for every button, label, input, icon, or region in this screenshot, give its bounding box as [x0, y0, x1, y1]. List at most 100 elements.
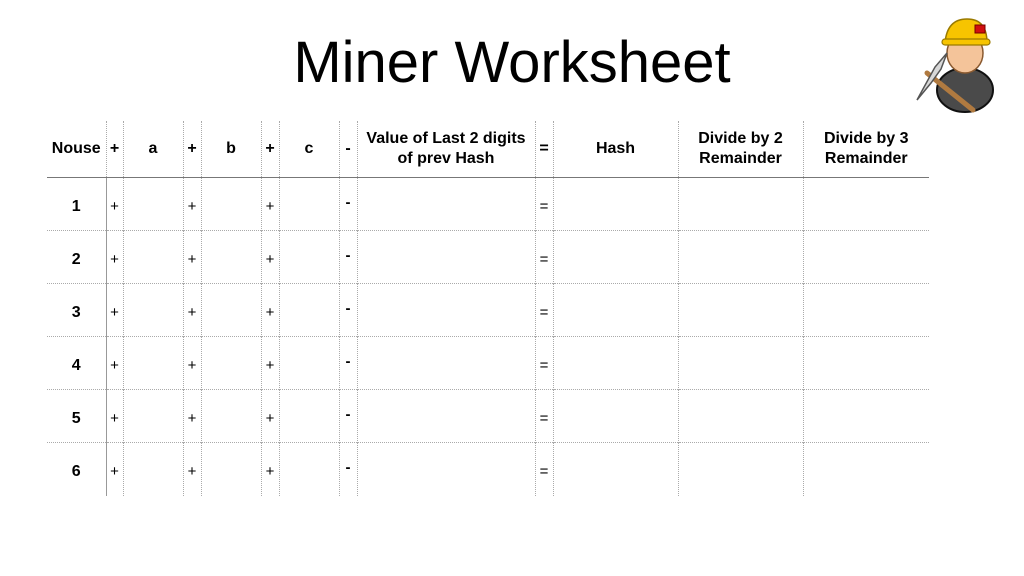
plus-sign: +	[182, 336, 201, 390]
prev-hash-value-input[interactable]	[356, 177, 535, 231]
table-row: 3 + + + - =	[47, 283, 929, 337]
table-row: 4 + + + - =	[47, 336, 929, 390]
header-value-prev-hash: Value of Last 2 digits of prev Hash	[356, 121, 535, 178]
c-input[interactable]	[278, 177, 339, 231]
divide-by-3-remainder-input[interactable]	[802, 389, 929, 443]
c-input[interactable]	[278, 336, 339, 390]
header-minus: -	[338, 121, 357, 178]
prev-hash-value-input[interactable]	[356, 389, 535, 443]
header-row: Nouse + a + b + c - Value of Last 2 digi…	[47, 121, 929, 178]
row-number: 5	[47, 389, 106, 443]
row-number: 2	[47, 230, 106, 284]
header-equals: =	[534, 121, 553, 178]
divide-by-3-remainder-input[interactable]	[802, 442, 929, 496]
divide-by-2-remainder-input[interactable]	[677, 389, 803, 443]
a-input[interactable]	[122, 230, 183, 284]
header-nouse: Nouse	[47, 121, 106, 178]
plus-sign: +	[182, 230, 201, 284]
equals-sign: =	[534, 177, 553, 231]
divide-by-2-remainder-input[interactable]	[677, 283, 803, 337]
c-input[interactable]	[278, 389, 339, 443]
b-input[interactable]	[200, 177, 261, 231]
header-divide-by-2: Divide by 2 Remainder	[677, 121, 803, 178]
b-input[interactable]	[200, 389, 261, 443]
header-a: a	[122, 121, 183, 178]
minus-sign: -	[338, 230, 357, 284]
a-input[interactable]	[122, 442, 183, 496]
prev-hash-value-input[interactable]	[356, 336, 535, 390]
header-b: b	[200, 121, 261, 178]
plus-sign: +	[105, 389, 123, 443]
equals-sign: =	[534, 283, 553, 337]
plus-sign: +	[260, 389, 279, 443]
plus-sign: +	[105, 336, 123, 390]
equals-sign: =	[534, 442, 553, 496]
plus-sign: +	[105, 442, 123, 496]
b-input[interactable]	[200, 283, 261, 337]
plus-sign: +	[260, 230, 279, 284]
b-input[interactable]	[200, 230, 261, 284]
divide-by-3-remainder-input[interactable]	[802, 230, 929, 284]
divide-by-3-remainder-input[interactable]	[802, 177, 929, 231]
miner-icon	[916, 18, 994, 113]
plus-sign: +	[182, 283, 201, 337]
plus-sign: +	[260, 336, 279, 390]
minus-sign: -	[338, 283, 357, 337]
table-row: 6 + + + - =	[47, 442, 929, 496]
hash-input[interactable]	[552, 230, 678, 284]
table-row: 2 + + + - =	[47, 230, 929, 284]
prev-hash-value-input[interactable]	[356, 442, 535, 496]
b-input[interactable]	[200, 442, 261, 496]
header-hash: Hash	[552, 121, 678, 178]
plus-sign: +	[182, 177, 201, 231]
equals-sign: =	[534, 230, 553, 284]
header-divide-by-3: Divide by 3 Remainder	[802, 121, 929, 178]
c-input[interactable]	[278, 230, 339, 284]
plus-sign: +	[105, 230, 123, 284]
c-input[interactable]	[278, 442, 339, 496]
row-number: 1	[71, 198, 81, 215]
equals-sign: =	[534, 336, 553, 390]
header-plus: +	[260, 121, 279, 178]
plus-sign: +	[182, 442, 201, 496]
table-row: 5 + + + - =	[47, 389, 929, 443]
a-input[interactable]	[122, 336, 183, 390]
divide-by-3-remainder-input[interactable]	[802, 336, 929, 390]
equals-sign: =	[534, 389, 553, 443]
divide-by-2-remainder-input[interactable]	[677, 336, 803, 390]
hash-input[interactable]	[552, 336, 678, 390]
page-title: Miner Worksheet	[293, 30, 731, 95]
prev-hash-value-input[interactable]	[356, 283, 535, 337]
row-number: 3	[47, 283, 106, 337]
c-input[interactable]	[278, 283, 339, 337]
minus-sign: -	[338, 336, 357, 390]
plus-sign: +	[105, 177, 123, 231]
header-plus: +	[105, 121, 123, 178]
minus-sign: -	[338, 389, 357, 443]
minus-sign: -	[338, 442, 357, 496]
divide-by-2-remainder-input[interactable]	[677, 177, 803, 231]
b-input[interactable]	[200, 336, 261, 390]
plus-sign: +	[105, 283, 123, 337]
hash-input[interactable]	[552, 389, 678, 443]
plus-sign: +	[182, 389, 201, 443]
a-input[interactable]	[122, 283, 183, 337]
plus-sign: +	[260, 177, 279, 231]
plus-sign: +	[260, 283, 279, 337]
header-plus: +	[182, 121, 201, 178]
worksheet-table: Nouse + a + b + c - Value of Last 2 digi…	[47, 121, 929, 496]
a-input[interactable]	[122, 389, 183, 443]
divide-by-2-remainder-input[interactable]	[677, 442, 803, 496]
row-number: 6	[47, 442, 106, 496]
row-number: 4	[47, 336, 106, 390]
minus-sign: -	[338, 177, 357, 231]
divide-by-3-remainder-input[interactable]	[802, 283, 929, 337]
header-c: c	[278, 121, 339, 178]
divide-by-2-remainder-input[interactable]	[677, 230, 803, 284]
table-row: 1 + + + - =	[47, 177, 929, 231]
prev-hash-value-input[interactable]	[356, 230, 535, 284]
a-input[interactable]	[122, 177, 183, 231]
hash-input[interactable]	[552, 283, 678, 337]
hash-input[interactable]	[552, 442, 678, 496]
hash-input[interactable]	[552, 177, 678, 231]
